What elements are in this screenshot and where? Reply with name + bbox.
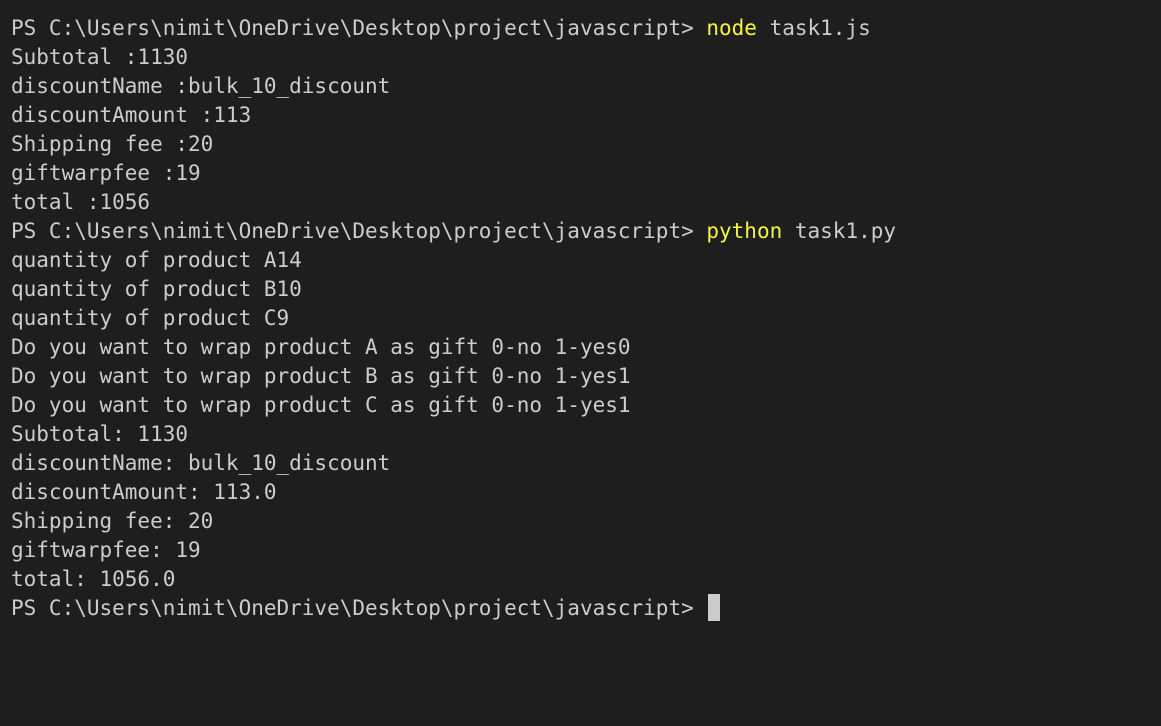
output-line: Do you want to wrap product B as gift 0-… xyxy=(11,364,631,388)
output-line: discountName :bulk_10_discount xyxy=(11,74,391,98)
prompt-text: PS C:\Users\nimit\OneDrive\Desktop\proje… xyxy=(11,596,707,620)
output-line: Do you want to wrap product C as gift 0-… xyxy=(11,393,631,417)
prompt-line-1: PS C:\Users\nimit\OneDrive\Desktop\proje… xyxy=(11,14,1161,43)
output-line: total :1056 xyxy=(11,190,151,214)
output-line: giftwarpfee: 19 xyxy=(11,538,201,562)
output-line: discountName: bulk_10_discount xyxy=(11,451,391,475)
terminal-cursor[interactable] xyxy=(708,594,721,621)
command-args: task1.js xyxy=(756,16,871,40)
prompt-text: PS C:\Users\nimit\OneDrive\Desktop\proje… xyxy=(11,16,707,40)
output-line: Subtotal :1130 xyxy=(11,45,189,69)
command-args: task1.py xyxy=(782,219,897,243)
output-line: Shipping fee :20 xyxy=(11,132,214,156)
output-line: quantity of product A14 xyxy=(11,248,302,272)
output-line: giftwarpfee :19 xyxy=(11,161,201,185)
output-line: quantity of product C9 xyxy=(11,306,290,330)
output-line: total: 1056.0 xyxy=(11,567,176,591)
output-line: Do you want to wrap product A as gift 0-… xyxy=(11,335,631,359)
output-line: Shipping fee: 20 xyxy=(11,509,214,533)
prompt-line-2: PS C:\Users\nimit\OneDrive\Desktop\proje… xyxy=(11,217,1161,246)
command-program: node xyxy=(706,16,757,40)
output-line: quantity of product B10 xyxy=(11,277,302,301)
active-prompt-line[interactable]: PS C:\Users\nimit\OneDrive\Desktop\proje… xyxy=(11,594,1161,623)
output-line: discountAmount: 113.0 xyxy=(11,480,277,504)
terminal-window[interactable]: PS C:\Users\nimit\OneDrive\Desktop\proje… xyxy=(0,0,1161,726)
command-program: python xyxy=(706,219,783,243)
output-line: discountAmount :113 xyxy=(11,103,252,127)
output-line: Subtotal: 1130 xyxy=(11,422,189,446)
prompt-text: PS C:\Users\nimit\OneDrive\Desktop\proje… xyxy=(11,219,707,243)
